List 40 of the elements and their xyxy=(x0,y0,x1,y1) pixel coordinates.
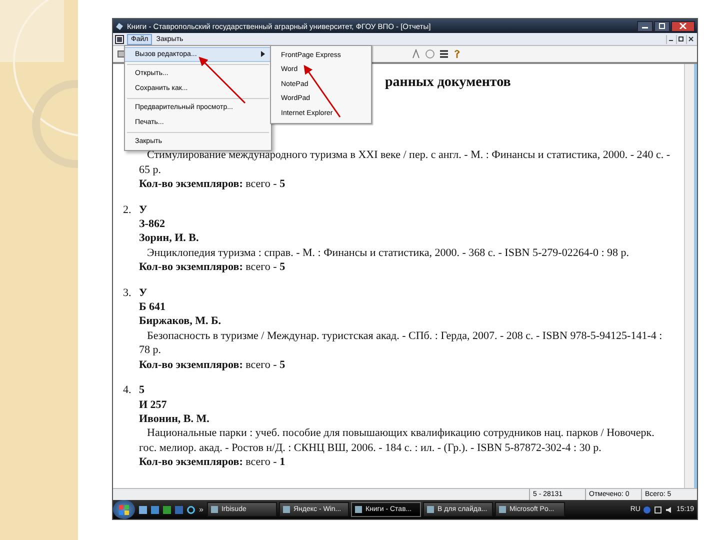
start-button[interactable] xyxy=(113,500,135,519)
record-field: У xyxy=(139,202,674,218)
list-number: 2. xyxy=(123,204,132,216)
app-icon xyxy=(115,22,124,30)
copies-count: Кол-во экземпляров: всего - 5 xyxy=(139,177,286,192)
copies-count: Кол-во экземпляров: всего - 1 xyxy=(139,455,286,470)
maximize-button[interactable] xyxy=(654,20,670,32)
record-field: Б 641 xyxy=(139,300,674,314)
windows-logo-icon xyxy=(117,502,131,516)
record-field: Биржаков, М. Б. xyxy=(139,314,674,329)
maximize-icon xyxy=(658,23,666,29)
minimize-button[interactable] xyxy=(637,20,653,32)
overflow-chevron[interactable]: » xyxy=(199,505,204,514)
record-field: Зорин, И. В. xyxy=(139,231,674,246)
close-button[interactable] xyxy=(686,34,695,44)
record-field: З-862 xyxy=(139,217,674,232)
record-field: У xyxy=(139,286,674,300)
copies-count: Кол-во экземпляров: всего - 5 xyxy=(139,260,286,275)
record-description: Безопасность в туризме / Междунар. туристская акад. - СПб. : Герда, 2007. - 208 с. - ISBN 978-5-94125-141-4 : 78 р. xyxy=(139,328,664,358)
record-field: Ивонин, В. М. xyxy=(139,412,674,426)
record-field: 5 xyxy=(139,383,674,398)
close-icon xyxy=(679,23,687,29)
document-heading: ранных документов xyxy=(385,76,512,90)
help-icon[interactable] xyxy=(453,49,461,59)
record-description: Стимулирование международного туризма в XXI веке / пер. с англ. - М. : Финансы и статистика, 2000. - 240 с. - 65 р. xyxy=(139,148,672,178)
restore-icon xyxy=(678,36,684,42)
restore-button[interactable] xyxy=(676,34,685,44)
list-number: 4. xyxy=(123,384,132,396)
record-field: И 257 xyxy=(139,398,674,412)
copies-count: Кол-во экземпляров: всего - 5 xyxy=(139,358,286,372)
annotation-arrow xyxy=(198,56,246,104)
minimize-button[interactable] xyxy=(666,34,675,44)
speaker-icon[interactable] xyxy=(665,506,674,514)
close-icon xyxy=(688,36,694,42)
scroll-bar[interactable] xyxy=(684,64,697,488)
close-button[interactable] xyxy=(671,20,695,32)
record-description: Национальные парки : учеб. пособие для повышающих квалификацию сотрудников нац. парков / Новочерк. гос. мелиор. акад. - Ростов н/Д. : СКНЦ ВШ, 2006. - 184 с. : ил. - (Гр.). - ISBN 5-87872-302-4 : 30 р. xyxy=(139,426,656,456)
record-description: Энциклопедия туризма : справ. - М. : Финансы и статистика, 2000. - 368 с. - ISBN 5-279-02264-0 : 98 р. xyxy=(146,246,630,260)
stack-icon[interactable] xyxy=(439,49,449,59)
list-number: 3. xyxy=(123,286,132,299)
